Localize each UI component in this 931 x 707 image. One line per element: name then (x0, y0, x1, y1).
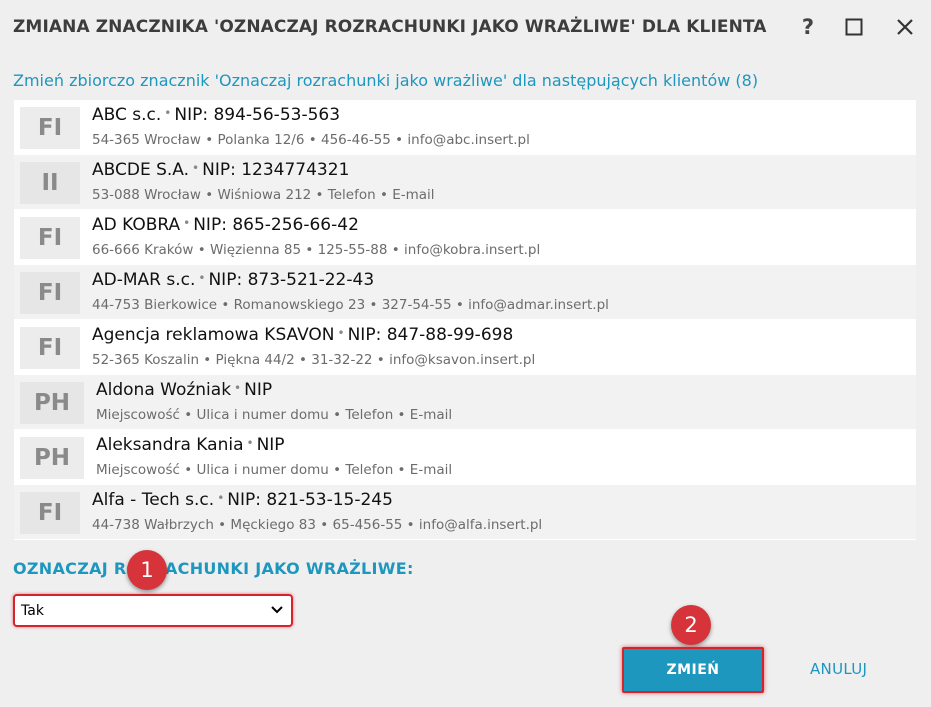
close-button[interactable] (890, 12, 920, 42)
separator-dot: • (246, 436, 254, 450)
client-nip: NIP: 821-53-15-245 (227, 490, 393, 510)
client-nip: NIP (244, 380, 273, 400)
separator-dot: • (164, 106, 172, 120)
maximize-button[interactable] (839, 12, 869, 42)
client-type-badge: FI (20, 327, 80, 369)
client-name: AD KOBRA (92, 215, 181, 235)
chevron-down-icon (271, 606, 283, 614)
cancel-button[interactable]: ANULUJ (810, 660, 867, 678)
sensitive-settlements-select[interactable]: Tak (13, 594, 293, 627)
client-details: 52-365 Koszalin • Piękna 44/2 • 31-32-22… (92, 352, 536, 368)
client-row[interactable]: PH Aleksandra Kania • NIP Miejscowość • Ul… (14, 430, 916, 484)
change-button[interactable]: ZMIEŃ (622, 647, 764, 693)
client-type-badge: FI (20, 492, 80, 534)
client-name: ABC s.c. (92, 105, 162, 125)
client-name: ABCDE S.A. (92, 160, 190, 180)
maximize-icon (845, 18, 863, 36)
client-name: AD-MAR s.c. (92, 270, 196, 290)
client-row[interactable]: FI AD-MAR s.c. • NIP: 873-521-22-43 44-753… (14, 265, 916, 319)
sensitive-settlements-label: OZNACZAJ ROZRACHUNKI JAKO WRAŻLIWE: (13, 559, 414, 578)
client-details: 44-753 Bierkowice • Romanowskiego 23 • 3… (92, 297, 609, 313)
separator-dot: • (337, 326, 345, 340)
client-type-badge: FI (20, 217, 80, 259)
client-name-line: AD KOBRA • NIP: 865-256-66-42 (92, 215, 359, 235)
client-row[interactable]: II ABCDE S.A. • NIP: 1234774321 53-088 Wro… (14, 155, 916, 209)
client-type-badge: PH (20, 437, 84, 479)
client-name: Aldona Woźniak (96, 380, 232, 400)
separator-dot: • (217, 491, 225, 505)
client-name: Agencja reklamowa KSAVON (92, 325, 335, 345)
separator-dot: • (183, 216, 191, 230)
client-nip: NIP: 894-56-53-563 (174, 105, 341, 125)
client-name-line: AD-MAR s.c. • NIP: 873-521-22-43 (92, 270, 374, 290)
client-list: FI ABC s.c. • NIP: 894-56-53-563 54-365 Wr… (14, 100, 916, 540)
client-details: Miejscowość • Ulica i numer domu • Telef… (96, 407, 453, 423)
client-name: Aleksandra Kania (96, 435, 244, 455)
dialog-subtitle: Zmień zbiorczo znacznik 'Oznaczaj rozrac… (13, 71, 759, 90)
client-nip: NIP: 1234774321 (202, 160, 350, 180)
client-name-line: ABC s.c. • NIP: 894-56-53-563 (92, 105, 340, 125)
client-name-line: Agencja reklamowa KSAVON • NIP: 847-88-99-… (92, 325, 513, 345)
client-nip: NIP: 847-88-99-698 (347, 325, 514, 345)
client-details: 44-738 Wałbrzych • Męckiego 83 • 65-456-… (92, 517, 543, 533)
client-details: Miejscowość • Ulica i numer domu • Telef… (96, 462, 453, 478)
client-row[interactable]: FI Agencja reklamowa KSAVON • NIP: 847-88-… (14, 320, 916, 374)
client-name-line: Alfa - Tech s.c. • NIP: 821-53-15-245 (92, 490, 393, 510)
client-row[interactable]: FI AD KOBRA • NIP: 865-256-66-42 66-666 Kr… (14, 210, 916, 264)
client-type-badge: II (20, 162, 80, 204)
client-row[interactable]: PH Aldona Woźniak • NIP Miejscowość • Ulic… (14, 375, 916, 429)
separator-dot: • (192, 161, 200, 175)
step-marker-1: 1 (127, 550, 167, 590)
client-nip: NIP: 873-521-22-43 (208, 270, 375, 290)
close-icon (897, 19, 913, 35)
title-bar: ZMIANA ZNACZNIKA 'OZNACZAJ ROZRACHUNKI J… (0, 0, 931, 56)
client-type-badge: FI (20, 107, 80, 149)
client-row[interactable]: FI ABC s.c. • NIP: 894-56-53-563 54-365 Wr… (14, 100, 916, 154)
client-nip: NIP: 865-256-66-42 (193, 215, 359, 235)
separator-dot: • (234, 381, 242, 395)
client-nip: NIP (256, 435, 285, 455)
client-name-line: ABCDE S.A. • NIP: 1234774321 (92, 160, 349, 180)
client-name: Alfa - Tech s.c. (92, 490, 215, 510)
select-value: Tak (21, 603, 44, 619)
client-details: 53-088 Wrocław • Wiśniowa 212 • Telefon … (92, 187, 435, 203)
step-marker-2: 2 (671, 605, 711, 645)
window-title: ZMIANA ZNACZNIKA 'OZNACZAJ ROZRACHUNKI J… (13, 17, 767, 37)
client-details: 66-666 Kraków • Więzienna 85 • 125-55-88… (92, 242, 541, 258)
client-row[interactable]: FI Alfa - Tech s.c. • NIP: 821-53-15-245 4… (14, 485, 916, 539)
client-type-badge: FI (20, 272, 80, 314)
client-type-badge: PH (20, 382, 84, 424)
help-button[interactable]: ? (793, 12, 823, 42)
client-details: 54-365 Wrocław • Polanka 12/6 • 456-46-5… (92, 132, 530, 148)
client-name-line: Aleksandra Kania • NIP (96, 435, 285, 455)
separator-dot: • (198, 271, 206, 285)
client-name-line: Aldona Woźniak • NIP (96, 380, 272, 400)
